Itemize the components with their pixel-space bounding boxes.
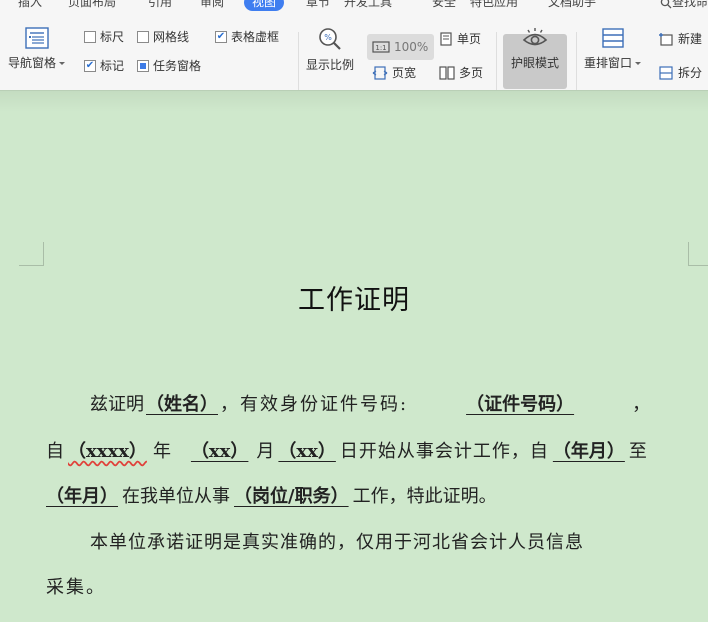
paragraph-line-5: 采集。 [46,577,106,598]
split-window-label: 拆分 [678,66,703,80]
ribbon-separator [576,32,577,90]
crop-mark-right [688,265,708,266]
tab-doc-assistant[interactable]: 文档助手 [548,0,596,10]
crop-mark-right [688,242,689,266]
multi-page-label: 多页 [459,66,484,80]
task-pane-checkbox[interactable]: 任务窗格 [137,57,201,74]
nav-pane-label: 导航窗格 [8,56,57,70]
svg-text:%: % [324,33,332,42]
text-run: 工作，特此证明。 [352,486,497,507]
position-field: （岗位/职务） [234,486,349,507]
month-field: （xx） [190,441,249,462]
document-title: 工作证明 [298,285,410,316]
text-run: ，有效身份证件号码: [220,394,409,415]
end-date-field: （年月） [46,486,118,507]
chevron-down-icon [59,62,66,65]
markup-checkbox[interactable]: ✔ 标记 [84,57,124,74]
single-page-button[interactable]: 单页 [439,30,481,47]
ribbon-separator [298,32,299,90]
search-icon [660,0,672,8]
new-window-icon [658,32,674,46]
text-run: 月 [256,441,275,462]
new-window-button[interactable]: 新建 [658,30,702,47]
tab-developer[interactable]: 开发工具 [344,0,392,10]
start-date-field: （年月） [552,441,625,462]
zoom-icon: % [319,28,341,50]
text-run: 至 [628,441,647,462]
tab-insert[interactable]: 插入 [18,0,42,10]
ribbon-tab-strip: 插入 页面布局 引用 审阅 视图 章节 开发工具 安全 特色应用 文档助手 查找… [0,0,708,12]
markup-label: 标记 [100,59,125,73]
year-field: （xxxx） [68,441,147,462]
tab-search-command[interactable]: 查找命令 [660,0,708,10]
zoom-100-button[interactable]: 1:1 100% [367,34,434,60]
text-run: ， [632,394,651,415]
nav-pane-button[interactable]: 导航窗格 [8,26,66,71]
day-field: （xx） [278,441,336,462]
checkmark-icon[interactable]: ✔ [84,59,96,72]
paragraph-line-3: （年月） 在我单位从事 （岗位/职务） 工作，特此证明。 [46,482,694,508]
gridlines-label: 网格线 [153,30,190,44]
ribbon-toolbar: 导航窗格 标尺 网格线 ✔ 表格虚框 ✔ 标记 任务窗格 % 显示比例 1:1 10… [0,12,708,90]
gridlines-checkbox-box[interactable] [137,30,149,43]
zoom-value: 100% [394,40,429,54]
text-run: 在我单位从事 [122,486,230,507]
text-run: 兹证明 [90,394,144,415]
multi-page-button[interactable]: 多页 [439,64,483,81]
eye-mode-label: 护眼模式 [510,56,559,70]
zoom-ratio-label: 显示比例 [306,58,355,72]
tab-special-apps[interactable]: 特色应用 [470,0,518,10]
zoom-ratio-button[interactable]: % 显示比例 [306,26,354,73]
split-window-icon [658,65,674,80]
split-window-button[interactable]: 拆分 [658,64,702,81]
page-width-button[interactable]: 页宽 [372,64,416,81]
arrange-window-label: 重排窗口 [584,56,633,70]
text-run: 日开始从事会计工作，自 [339,441,549,462]
svg-text:1:1: 1:1 [375,44,386,52]
crop-mark-left [43,242,44,266]
checkmark-icon[interactable]: ✔ [215,30,227,43]
tab-chapter[interactable]: 章节 [306,0,330,10]
gridlines-checkbox[interactable]: 网格线 [137,28,189,45]
ruler-label: 标尺 [100,30,125,44]
table-dash-checkbox[interactable]: ✔ 表格虚框 [215,28,279,45]
search-command-label: 查找命令 [672,0,708,9]
task-pane-label: 任务窗格 [153,59,202,73]
text-run: 年 [152,441,171,462]
actual-size-icon: 1:1 [372,41,390,53]
page-width-label: 页宽 [392,66,417,80]
crop-mark-left [19,265,44,266]
paragraph-line-4: 本单位承诺证明是真实准确的，仅用于河北省会计人员信息 [90,532,584,553]
chevron-down-icon [635,62,642,65]
tab-view[interactable]: 视图 [244,0,285,11]
page-width-icon [372,65,388,80]
multi-page-icon [439,65,455,80]
ribbon-shadow [0,90,708,112]
single-page-label: 单页 [457,32,482,46]
tab-review[interactable]: 审阅 [200,0,224,10]
single-page-icon [439,31,453,46]
paragraph-line-1: 兹证明 （姓名） ，有效身份证件号码: （证件号码） ， [46,390,694,416]
text-run: 自 [46,441,64,462]
eye-mode-content[interactable]: 护眼模式 [506,26,564,71]
task-pane-checkbox-box[interactable] [137,59,149,72]
ribbon-separator [496,32,497,90]
ruler-checkbox[interactable]: 标尺 [84,28,124,45]
tab-references[interactable]: 引用 [148,0,172,10]
arrange-window-button[interactable]: 重排窗口 [584,26,642,71]
eye-icon [522,28,548,46]
tab-security[interactable]: 安全 [432,0,456,10]
table-dash-label: 表格虚框 [231,30,280,44]
nav-pane-icon [24,27,49,49]
paragraph-line-2: 自（xxxx）年（xx）月（xx） 日开始从事会计工作，自 （年月）至 [46,437,694,463]
tab-page-layout[interactable]: 页面布局 [68,0,116,10]
id-number-field: （证件号码） [466,394,575,415]
name-field: （姓名） [146,394,218,415]
arrange-window-icon [601,28,624,48]
new-window-label: 新建 [678,32,703,46]
ruler-checkbox-box[interactable] [84,30,96,43]
